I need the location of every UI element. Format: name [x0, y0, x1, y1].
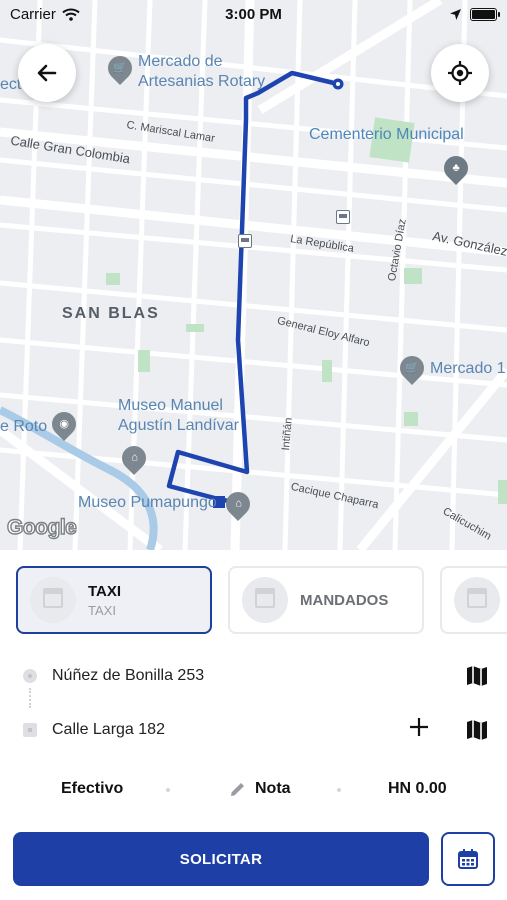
separator-dot [337, 788, 341, 792]
calendar-icon [458, 849, 478, 869]
fare-amount: HN 0.00 [388, 780, 447, 797]
bus-stop-icon [238, 234, 252, 248]
map-label-cementerio: Cementerio Municipal [309, 126, 464, 143]
service-card-mandados[interactable]: MANDADOS [228, 566, 424, 634]
note-button[interactable]: Nota [229, 780, 291, 798]
add-stop-button[interactable] [405, 716, 433, 744]
google-logo: Google [6, 515, 77, 539]
map-label-museo-pumapungo: Museo Pumapungo [78, 494, 217, 511]
origin-row[interactable]: Núñez de Bonilla 253 [0, 656, 507, 696]
map-icon [467, 666, 487, 686]
crosshair-icon [448, 61, 472, 85]
arrow-left-icon [37, 64, 57, 82]
map-label-san-blas: SAN BLAS [62, 305, 160, 322]
store-icon [242, 577, 288, 623]
origin-marker-icon [23, 669, 37, 683]
note-label: Nota [255, 780, 291, 797]
store-icon [454, 577, 500, 623]
payment-method-button[interactable]: Efectivo [61, 780, 123, 798]
destination-map-button[interactable] [464, 717, 490, 743]
service-card-taxi[interactable]: TAXI TAXI [16, 566, 212, 634]
map-label-roto: e Roto [0, 418, 48, 435]
wifi-icon [62, 8, 80, 21]
pencil-icon [231, 783, 244, 796]
bus-stop-icon [336, 210, 350, 224]
battery-icon [469, 7, 500, 21]
locate-me-button[interactable] [431, 44, 489, 102]
status-time: 3:00 PM [225, 5, 282, 23]
map-label-museo-landivar: Museo Manuel Agustín Landívar [118, 397, 239, 434]
service-title: TAXI [88, 582, 122, 600]
origin-map-button[interactable] [464, 663, 490, 689]
carrier-label: Carrier [10, 5, 56, 23]
separator-dot [166, 788, 170, 792]
map-view[interactable]: Mercado de Artesanias Rotary 🛒 Cementeri… [0, 0, 507, 550]
service-card-more[interactable] [440, 566, 507, 634]
trip-panel: TAXI TAXI MANDADOS Núñez de Bonilla 253 … [0, 550, 507, 900]
status-bar: Carrier 3:00 PM [0, 0, 507, 28]
payment-row: Efectivo Nota HN 0.00 [0, 772, 507, 808]
service-subtitle: TAXI [88, 602, 116, 618]
route-connector [29, 688, 31, 708]
map-label-mercado-artesanias: Mercado de Artesanias Rotary [138, 53, 266, 90]
plus-icon [410, 718, 428, 736]
request-button[interactable]: SOLICITAR [13, 832, 429, 886]
service-title: MANDADOS [300, 591, 389, 609]
store-icon [30, 577, 76, 623]
service-selector: TAXI TAXI MANDADOS [16, 566, 507, 634]
map-label-mercado-1: Mercado 1 [430, 360, 506, 377]
destination-marker-icon [23, 723, 37, 737]
origin-address[interactable]: Núñez de Bonilla 253 [52, 667, 204, 685]
location-arrow-icon [449, 8, 461, 20]
destination-address[interactable]: Calle Larga 182 [52, 721, 165, 739]
destination-row[interactable]: Calle Larga 182 [0, 710, 507, 750]
schedule-button[interactable] [441, 832, 495, 886]
map-icon [467, 720, 487, 740]
back-button[interactable] [18, 44, 76, 102]
